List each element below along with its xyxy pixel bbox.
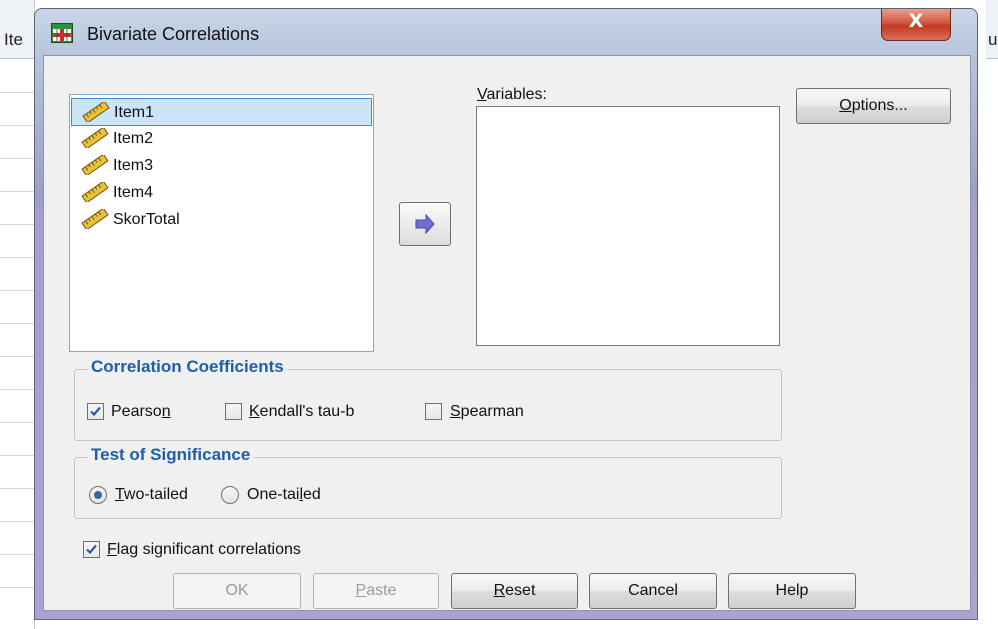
background-column-left: Ite: [0, 0, 35, 629]
source-variable-item[interactable]: Item3: [71, 152, 372, 180]
source-variable-label: Item3: [113, 157, 154, 174]
source-variable-item[interactable]: Item2: [71, 125, 372, 153]
grid-line: [0, 389, 34, 390]
grid-line: [0, 191, 34, 192]
background-column-header: Ite: [0, 0, 34, 59]
source-variable-item[interactable]: Item1: [71, 98, 372, 126]
grid-line: [0, 224, 34, 225]
checkmark-icon: [86, 544, 97, 555]
label-text: wo-tailed: [123, 486, 188, 503]
label-text: ed: [303, 486, 321, 503]
right-arrow-icon: [415, 213, 435, 235]
label-text: ariables:: [486, 86, 547, 103]
help-button[interactable]: Help: [728, 573, 856, 609]
source-variable-label: Item2: [113, 130, 154, 147]
paste-button[interactable]: Paste: [313, 573, 439, 609]
scale-ruler-icon: [81, 155, 109, 175]
scale-ruler-icon: [82, 102, 110, 122]
two-tailed-label[interactable]: Two-tailed: [115, 486, 188, 504]
options-button[interactable]: Options...: [796, 88, 951, 124]
grid-line: [0, 587, 34, 588]
button-label: eset: [505, 582, 536, 599]
move-to-variables-button[interactable]: [399, 202, 451, 246]
grid-line: [0, 125, 34, 126]
background-header-text: ur: [988, 30, 998, 49]
grid-line: [0, 488, 34, 489]
spearman-checkbox[interactable]: [425, 403, 442, 420]
scale-ruler-icon: [81, 182, 109, 202]
checkmark-icon: [90, 406, 101, 417]
source-variable-list[interactable]: Item1 Item2 Item3 Item4 SkorTotal: [69, 94, 374, 352]
mnemonic: R: [493, 582, 506, 599]
grid-line: [0, 455, 34, 456]
source-variable-label: Item1: [114, 104, 155, 121]
cancel-button[interactable]: Cancel: [589, 573, 717, 609]
grid-line: [0, 521, 34, 522]
source-variable-item[interactable]: SkorTotal: [71, 206, 372, 234]
label-text: pearman: [460, 403, 524, 420]
flag-significant-label[interactable]: Flag significant correlations: [107, 541, 301, 559]
grid-line: [0, 290, 34, 291]
mnemonic: K: [249, 403, 260, 420]
source-variable-item[interactable]: Item4: [71, 179, 372, 207]
kendall-label[interactable]: Kendall's tau-b: [249, 403, 354, 421]
grid-line: [0, 323, 34, 324]
target-variables-list[interactable]: [476, 106, 780, 346]
two-tailed-radio[interactable]: [89, 486, 107, 504]
button-label: ptions...: [851, 97, 908, 114]
button-label: aste: [366, 582, 397, 599]
grid-line: [0, 356, 34, 357]
mnemonic: T: [115, 486, 124, 503]
button-label: OK: [225, 582, 249, 599]
variables-label: Variables:: [477, 86, 547, 104]
label-text: One-tai: [247, 486, 300, 503]
close-button[interactable]: X: [881, 9, 951, 41]
label-text: endall's tau-b: [259, 403, 355, 420]
scale-ruler-icon: [81, 209, 109, 229]
button-label: Help: [775, 582, 809, 599]
dialog-client-area: Item1 Item2 Item3 Item4 SkorTotal Variables:…: [43, 55, 971, 611]
reset-button[interactable]: Reset: [451, 573, 578, 609]
grid-line: [0, 554, 34, 555]
label-text: lag significant correlations: [116, 541, 301, 558]
mnemonic: F: [107, 541, 117, 558]
source-variable-label: SkorTotal: [113, 211, 180, 228]
one-tailed-label[interactable]: One-tailed: [247, 486, 321, 504]
mnemonic: S: [450, 403, 461, 420]
grid-line: [0, 92, 34, 93]
flag-significant-checkbox[interactable]: [83, 541, 100, 558]
group-title: Test of Significance: [87, 445, 255, 465]
background-header-text: Ite: [4, 30, 23, 49]
grid-line: [0, 422, 34, 423]
test-of-significance-group: Test of Significance Two-tailed One-tail…: [74, 445, 782, 519]
ok-button[interactable]: OK: [173, 573, 301, 609]
pearson-label[interactable]: Pearson: [111, 403, 171, 421]
correlation-coefficients-group: Correlation Coefficients Pearson Kendall…: [74, 357, 782, 441]
grid-line: [0, 158, 34, 159]
mnemonic: n: [161, 403, 171, 420]
mnemonic: O: [839, 97, 852, 114]
one-tailed-radio[interactable]: [221, 486, 239, 504]
spss-app-icon: [51, 23, 73, 43]
title-bar[interactable]: Bivariate Correlations X: [35, 9, 977, 57]
mnemonic: P: [355, 582, 367, 599]
close-icon: X: [908, 10, 924, 32]
grid-line: [0, 257, 34, 258]
scale-ruler-icon: [81, 128, 109, 148]
pearson-checkbox[interactable]: [87, 403, 104, 420]
bivariate-correlations-dialog: Bivariate Correlations X Item1 Item2 Item3…: [34, 8, 978, 620]
kendall-checkbox[interactable]: [225, 403, 242, 420]
group-title: Correlation Coefficients: [87, 357, 288, 377]
spearman-label[interactable]: Spearman: [450, 403, 524, 421]
dialog-title: Bivariate Correlations: [87, 24, 260, 44]
radio-selected-dot: [94, 491, 102, 499]
background-column-header: ur: [986, 0, 998, 59]
source-variable-label: Item4: [113, 184, 154, 201]
button-label: Cancel: [628, 582, 678, 599]
label-text: Pearso: [111, 403, 162, 420]
background-column-right: ur: [986, 0, 998, 629]
